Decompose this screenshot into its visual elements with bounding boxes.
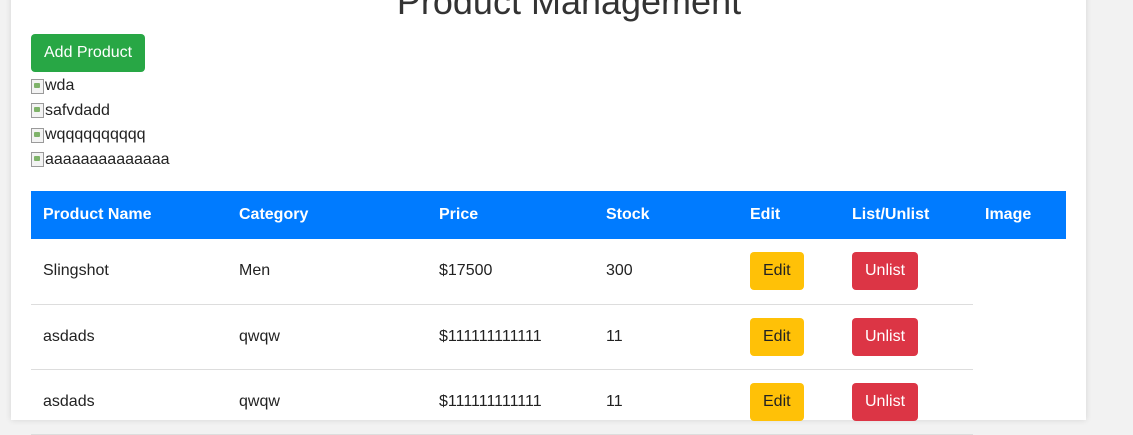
category-cell: Men [227, 239, 427, 305]
price-cell: $17500 [427, 239, 594, 305]
broken-image: wda [31, 74, 170, 99]
product-name-cell: Slingshot [31, 239, 227, 305]
products-table: Product Name Category Price Stock Edit L… [31, 191, 1066, 435]
list-unlist-cell: Unlist [840, 304, 973, 370]
stock-cell: 11 [594, 369, 738, 435]
column-header-edit: Edit [738, 191, 840, 239]
edit-cell: Edit [738, 304, 840, 370]
broken-image-list: wda safvdadd wqqqqqqqqqq aaaaaaaaaaaaaa [31, 74, 170, 172]
product-name-cell: asdads [31, 369, 227, 435]
broken-image-alt-text: safvdadd [45, 101, 110, 119]
column-header-category: Category [227, 191, 427, 239]
broken-image-alt-text: wqqqqqqqqqq [45, 126, 146, 144]
list-unlist-cell: Unlist [840, 369, 973, 435]
broken-image-icon [31, 103, 44, 119]
image-cell [973, 369, 1066, 434]
add-product-button[interactable]: Add Product [31, 34, 146, 72]
broken-image-alt-text: aaaaaaaaaaaaaa [45, 150, 170, 168]
product-name-cell: asdads [31, 304, 227, 370]
stock-cell: 11 [594, 304, 738, 370]
edit-cell: Edit [738, 239, 840, 305]
list-unlist-cell: Unlist [840, 239, 973, 305]
table-header-row: Product Name Category Price Stock Edit L… [31, 191, 1066, 239]
image-cell [973, 304, 1066, 369]
broken-image-alt-text: wda [45, 77, 75, 95]
edit-button[interactable]: Edit [750, 382, 804, 421]
table-row: Slingshot Men $17500 300 Edit Unlist [31, 239, 1066, 305]
image-cell [973, 239, 1066, 304]
unlist-button[interactable]: Unlist [852, 252, 919, 291]
column-header-image: Image [973, 191, 1066, 239]
edit-cell: Edit [738, 369, 840, 435]
price-cell: $111111111111 [427, 369, 594, 435]
column-header-stock: Stock [594, 191, 738, 239]
page-title: Product Management [396, 0, 742, 22]
category-cell: qwqw [227, 304, 427, 370]
broken-image-icon [31, 152, 44, 168]
table-row: asdads qwqw $111111111111 11 Edit Unlist [31, 369, 1066, 435]
broken-image: wqqqqqqqqqq [31, 123, 170, 148]
edit-button[interactable]: Edit [750, 317, 804, 356]
category-cell: qwqw [227, 369, 427, 435]
table-row: asdads qwqw $111111111111 11 Edit Unlist [31, 304, 1066, 370]
broken-image: aaaaaaaaaaaaaa [31, 148, 170, 173]
column-header-price: Price [427, 191, 594, 239]
broken-image: safvdadd [31, 99, 170, 124]
unlist-button[interactable]: Unlist [852, 382, 919, 421]
stock-cell: 300 [594, 239, 738, 305]
broken-image-icon [31, 78, 44, 94]
edit-button[interactable]: Edit [750, 252, 804, 291]
price-cell: $111111111111 [427, 304, 594, 370]
column-header-product-name: Product Name [31, 191, 227, 239]
column-header-list-unlist: List/Unlist [840, 191, 973, 239]
broken-image-icon [31, 127, 44, 143]
unlist-button[interactable]: Unlist [852, 317, 919, 356]
